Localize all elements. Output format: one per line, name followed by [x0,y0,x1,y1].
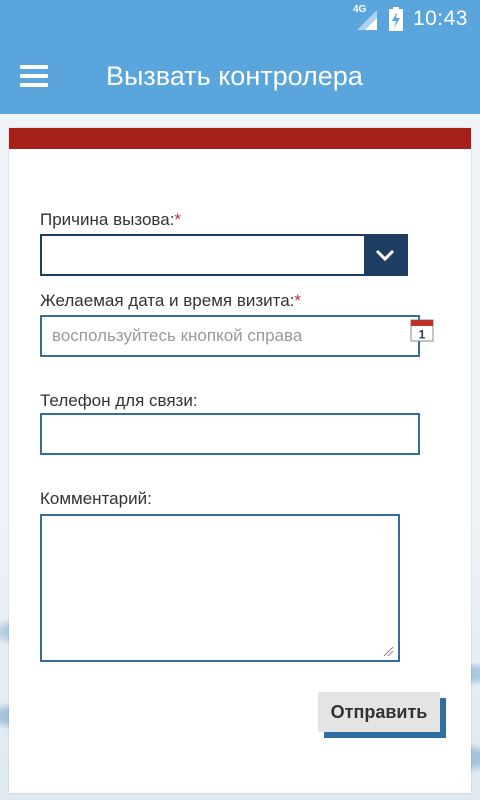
submit-button[interactable]: Отправить [318,692,440,732]
form-card: Причина вызова:* Желаемая дата и время в… [9,128,471,793]
menu-icon[interactable] [20,65,48,87]
page-title: Вызвать контролера [106,60,363,91]
status-bar: 4G 10:43 [0,0,480,38]
app-bar: Вызвать контролера [0,38,480,114]
phone-input[interactable] [40,413,420,455]
phone-label: Телефон для связи: [40,391,198,410]
datetime-input[interactable] [40,315,420,357]
required-mark: * [174,210,182,229]
calendar-icon[interactable]: 1 [410,318,434,342]
submit-button-wrap: Отправить [318,692,446,738]
reason-select[interactable] [40,234,408,276]
chevron-down-icon[interactable] [364,236,406,274]
status-clock: 10:43 [412,7,468,30]
comment-textarea[interactable] [40,514,400,662]
calendar-day: 1 [419,328,426,342]
signal-icon: 4G [353,4,379,32]
battery-charging-icon [388,7,403,31]
resize-grip-icon[interactable] [382,645,394,657]
datetime-label: Желаемая дата и время визита:* [40,291,302,310]
required-mark: * [294,291,302,310]
reason-label: Причина вызова:* [40,210,182,229]
card-header-bar [9,128,471,149]
comment-label: Комментарий: [40,489,152,508]
